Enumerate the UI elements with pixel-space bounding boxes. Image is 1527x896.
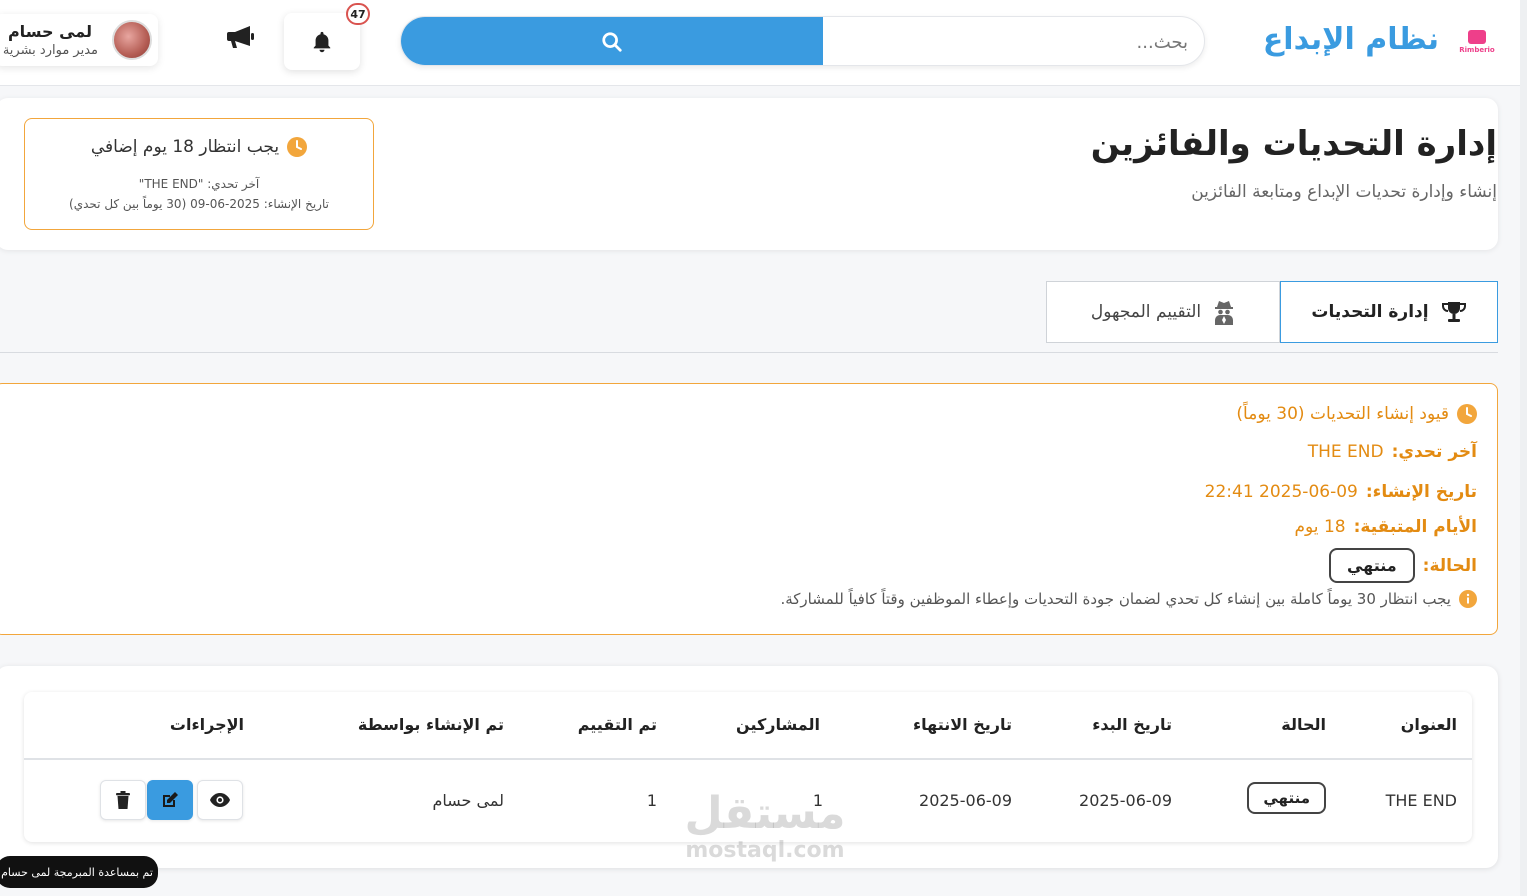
- row-status-cell: منتهي: [1247, 782, 1326, 814]
- avatar: [112, 20, 152, 60]
- delete-button[interactable]: [100, 780, 146, 820]
- column-header-created-by: تم الإنشاء بواسطة: [357, 715, 504, 734]
- trash-icon: [116, 791, 130, 809]
- column-header-end-date: تاريخ الانتهاء: [912, 715, 1012, 734]
- tab-anonymous-evaluation[interactable]: التقييم المجهول: [1046, 281, 1280, 343]
- created-date-label: تاريخ الإنشاء:: [1365, 482, 1477, 502]
- status-badge: منتهي: [1247, 782, 1326, 814]
- row-evaluated: 1: [646, 791, 657, 810]
- constraints-title-row: قيود إنشاء التحديات (30 يوماً): [1236, 404, 1477, 424]
- clock-icon: [287, 137, 308, 157]
- wait-message: يجب انتظار 18 يوم إضافي: [90, 137, 280, 157]
- created-date-row: تاريخ الإنشاء: 2025-06-09 22:41: [1205, 482, 1477, 502]
- megaphone-icon: [227, 26, 254, 48]
- user-profile-menu[interactable]: لمى حسام مدير موارد بشرية: [0, 14, 158, 66]
- scrollbar[interactable]: [1520, 0, 1527, 896]
- app-logo[interactable]: Rimberio: [1458, 26, 1496, 58]
- row-participants: 1: [812, 791, 823, 810]
- announcements-button[interactable]: [226, 24, 256, 50]
- edit-button[interactable]: [147, 780, 193, 820]
- app-title[interactable]: نظام الإبداع: [1263, 22, 1439, 57]
- cart-logo-icon: [1468, 30, 1486, 44]
- wait-message-row: يجب انتظار 18 يوم إضافي: [25, 137, 373, 157]
- tab-label: التقييم المجهول: [1090, 302, 1202, 322]
- eye-icon: [210, 793, 230, 807]
- row-title: THE END: [1385, 791, 1457, 810]
- row-created-by: لمى حسام: [432, 791, 505, 810]
- column-header-title: العنوان: [1400, 715, 1457, 734]
- user-role: مدير موارد بشرية: [2, 43, 98, 58]
- constraints-panel: قيود إنشاء التحديات (30 يوماً) آخر تحدي:…: [0, 383, 1498, 635]
- column-header-evaluated: تم التقييم: [577, 715, 657, 734]
- user-name: لمى حسام: [7, 22, 92, 41]
- info-note: يجب انتظار 30 يوماً كاملة بين إنشاء كل ت…: [780, 590, 1451, 608]
- edit-icon: [163, 792, 178, 807]
- credit-badge: تم بمساعدة المبرمجة لمى حسام: [0, 856, 158, 888]
- search-input[interactable]: [823, 17, 1204, 65]
- constraints-title: قيود إنشاء التحديات (30 يوماً): [1236, 404, 1449, 424]
- info-note-row: يجب انتظار 30 يوماً كاملة بين إنشاء كل ت…: [780, 590, 1477, 608]
- wait-last-challenge: آخر تحدي: "THE END": [138, 177, 260, 191]
- user-secret-icon: [1215, 301, 1234, 325]
- last-challenge-value: THE END: [1307, 442, 1384, 462]
- trophy-icon: [1441, 302, 1466, 322]
- wait-created-date: تاريخ الإنشاء: 2025-06-09 (30 يوماً بين …: [69, 197, 329, 211]
- tabs-divider: [0, 352, 1498, 353]
- logo-text: Rimberio: [1459, 46, 1495, 54]
- page-title: إدارة التحديات والفائزين: [1090, 124, 1497, 164]
- tab-challenges-management[interactable]: إدارة التحديات: [1280, 281, 1498, 343]
- column-header-start-date: تاريخ البدء: [1092, 715, 1172, 734]
- page-subtitle: إنشاء وإدارة تحديات الإبداع ومتابعة الفا…: [1191, 182, 1497, 202]
- status-badge: منتهي: [1328, 548, 1415, 583]
- row-start-date: 2025-06-09: [1079, 791, 1172, 810]
- search-icon: [602, 32, 622, 52]
- search-bar: [400, 16, 1205, 66]
- column-header-actions: الإجراءات: [169, 715, 244, 734]
- status-row: الحالة: منتهي: [1328, 548, 1477, 583]
- created-date-value: 2025-06-09 22:41: [1204, 482, 1358, 502]
- bell-icon: [313, 31, 331, 52]
- wait-notice-card: يجب انتظار 18 يوم إضافي آخر تحدي: "THE E…: [24, 118, 374, 230]
- row-end-date: 2025-06-09: [919, 791, 1012, 810]
- search-button[interactable]: [401, 17, 823, 65]
- info-icon: [1459, 590, 1477, 608]
- remaining-days-label: الأيام المتبقية:: [1353, 517, 1477, 537]
- status-label: الحالة:: [1422, 555, 1477, 576]
- remaining-days-value: 18 يوم: [1294, 517, 1346, 537]
- clock-icon: [1457, 404, 1477, 424]
- view-button[interactable]: [197, 780, 243, 820]
- notification-count-badge: 47: [346, 3, 370, 25]
- column-header-status: الحالة: [1281, 715, 1326, 734]
- tab-label: إدارة التحديات: [1311, 302, 1429, 322]
- column-header-participants: المشاركين: [736, 715, 820, 734]
- last-challenge-row: آخر تحدي: THE END: [1308, 442, 1477, 462]
- last-challenge-label: آخر تحدي:: [1391, 442, 1477, 462]
- remaining-days-row: الأيام المتبقية: 18 يوم: [1295, 517, 1478, 537]
